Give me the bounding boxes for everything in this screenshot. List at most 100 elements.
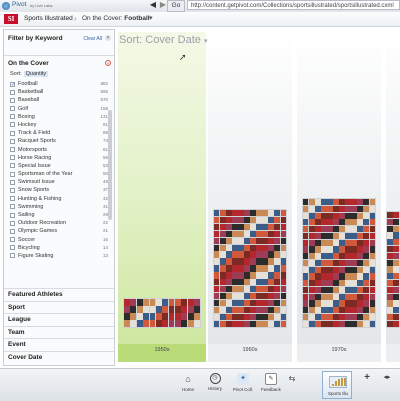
cover-thumbnail[interactable] xyxy=(220,292,226,300)
cover-thumbnail[interactable] xyxy=(363,286,369,294)
cover-thumbnail[interactable] xyxy=(214,244,220,251)
cover-thumbnail[interactable] xyxy=(244,313,250,321)
cover-thumbnail[interactable] xyxy=(309,212,315,219)
add-tab-button[interactable]: + xyxy=(360,372,374,398)
cover-thumbnail[interactable] xyxy=(309,307,315,314)
cover-thumbnail[interactable] xyxy=(345,253,351,260)
cover-thumbnail[interactable] xyxy=(309,320,315,327)
cover-thumbnail[interactable] xyxy=(333,219,339,226)
checkbox[interactable] xyxy=(10,187,15,193)
cover-thumbnail[interactable] xyxy=(226,265,232,272)
cover-thumbnail[interactable] xyxy=(226,223,232,231)
cover-thumbnail[interactable] xyxy=(181,299,188,306)
cover-thumbnail[interactable] xyxy=(244,258,250,265)
clear-all-icon[interactable]: × xyxy=(105,35,111,41)
cover-thumbnail[interactable] xyxy=(351,300,357,307)
cover-thumbnail[interactable] xyxy=(262,286,268,293)
facet-item[interactable]: Sportsman of the Year 50 xyxy=(8,170,108,178)
checkbox[interactable] xyxy=(10,89,15,95)
cover-thumbnail[interactable] xyxy=(220,286,226,293)
cover-thumbnail[interactable] xyxy=(333,232,339,239)
cover-thumbnail[interactable] xyxy=(393,239,399,246)
cover-thumbnail[interactable] xyxy=(256,237,262,244)
cover-thumbnail[interactable] xyxy=(262,292,268,300)
cover-thumbnail[interactable] xyxy=(280,251,286,258)
cover-thumbnail[interactable] xyxy=(393,212,399,219)
cover-thumbnail[interactable] xyxy=(357,266,363,273)
cover-thumbnail[interactable] xyxy=(327,259,333,267)
cover-thumbnail[interactable] xyxy=(250,286,256,293)
cover-thumbnail[interactable] xyxy=(232,320,238,327)
cover-thumbnail[interactable] xyxy=(232,272,238,279)
cover-thumbnail[interactable] xyxy=(369,320,375,327)
cover-thumbnail[interactable] xyxy=(268,230,274,238)
cover-thumbnail[interactable] xyxy=(256,230,262,238)
cover-thumbnail[interactable] xyxy=(315,286,321,294)
cover-thumbnail[interactable] xyxy=(315,246,321,253)
cover-thumbnail[interactable] xyxy=(351,307,357,314)
cover-thumbnail[interactable] xyxy=(339,320,345,327)
facet-item[interactable]: Sailing 29 xyxy=(8,211,108,219)
cover-thumbnail[interactable] xyxy=(321,239,327,246)
cover-thumbnail[interactable] xyxy=(309,199,315,206)
cover-thumbnail[interactable] xyxy=(357,232,363,239)
cover-thumbnail[interactable] xyxy=(345,273,351,280)
facet-section-team[interactable]: Team xyxy=(4,325,114,339)
cover-thumbnail[interactable] xyxy=(351,199,357,206)
cover-thumbnail[interactable] xyxy=(280,279,286,286)
cover-thumbnail[interactable] xyxy=(155,320,162,327)
cover-thumbnail[interactable] xyxy=(333,259,339,267)
cover-thumbnail[interactable] xyxy=(214,313,220,321)
cover-thumbnail[interactable] xyxy=(130,306,137,313)
cover-thumbnail[interactable] xyxy=(333,273,339,280)
cover-thumbnail[interactable] xyxy=(268,286,274,293)
cover-thumbnail[interactable] xyxy=(393,266,399,273)
cover-thumbnail[interactable] xyxy=(226,230,232,238)
cover-thumbnail[interactable] xyxy=(345,314,351,321)
cover-thumbnail[interactable] xyxy=(214,230,220,238)
cover-thumbnail[interactable] xyxy=(238,299,244,307)
checkbox[interactable] xyxy=(10,237,15,243)
cover-thumbnail[interactable] xyxy=(238,306,244,314)
cover-thumbnail[interactable] xyxy=(321,320,327,327)
cover-thumbnail[interactable] xyxy=(387,218,393,225)
cover-thumbnail[interactable] xyxy=(280,258,286,265)
cover-thumbnail[interactable] xyxy=(309,266,315,273)
cover-thumbnail[interactable] xyxy=(315,314,321,321)
cover-thumbnail[interactable] xyxy=(226,251,232,258)
cover-thumbnail[interactable] xyxy=(175,299,181,306)
cover-thumbnail[interactable] xyxy=(339,300,345,307)
cover-thumbnail[interactable] xyxy=(387,279,393,287)
cover-thumbnail[interactable] xyxy=(363,280,369,287)
cover-thumbnail[interactable] xyxy=(220,306,226,314)
cover-thumbnail[interactable] xyxy=(268,306,274,314)
history-button[interactable]: ◷ History xyxy=(203,373,227,399)
cover-thumbnail[interactable] xyxy=(315,239,321,246)
cover-thumbnail[interactable] xyxy=(238,237,244,244)
cover-thumbnail[interactable] xyxy=(363,219,369,226)
cover-thumbnail[interactable] xyxy=(357,320,363,327)
cover-thumbnail[interactable] xyxy=(369,314,375,321)
cover-thumbnail[interactable] xyxy=(124,313,130,320)
cover-thumbnail[interactable] xyxy=(149,313,156,320)
cover-thumbnail[interactable] xyxy=(274,230,280,238)
cover-thumbnail[interactable] xyxy=(280,292,286,300)
cover-thumbnail[interactable] xyxy=(280,237,286,244)
cover-thumbnail[interactable] xyxy=(393,286,399,293)
cover-thumbnail[interactable] xyxy=(181,320,188,327)
cover-thumbnail[interactable] xyxy=(262,216,268,224)
cover-thumbnail[interactable] xyxy=(250,244,256,251)
checkbox[interactable] xyxy=(10,97,15,103)
cover-thumbnail[interactable] xyxy=(214,306,220,314)
cover-thumbnail[interactable] xyxy=(226,286,232,293)
checkbox[interactable] xyxy=(10,155,15,161)
cover-thumbnail[interactable] xyxy=(238,313,244,321)
facet-section-event[interactable]: Event xyxy=(4,338,114,351)
cover-thumbnail[interactable] xyxy=(363,246,369,253)
cover-thumbnail[interactable] xyxy=(250,306,256,314)
facet-item[interactable]: Track & Field 89 xyxy=(8,129,108,137)
cover-thumbnail[interactable] xyxy=(280,313,286,321)
cover-thumbnail[interactable] xyxy=(244,223,250,231)
cover-thumbnail[interactable] xyxy=(256,279,262,286)
cover-thumbnail[interactable] xyxy=(309,286,315,294)
